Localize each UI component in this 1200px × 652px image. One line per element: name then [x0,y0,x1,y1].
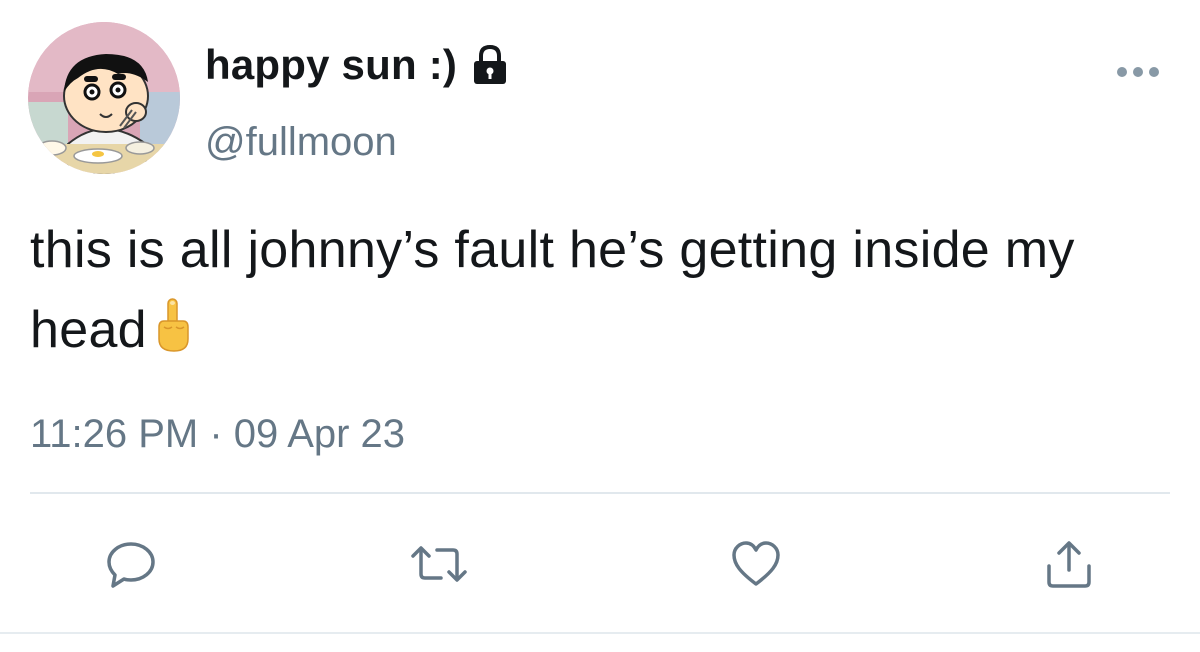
display-name[interactable]: happy sun :) [205,40,509,90]
share-icon [1043,538,1095,590]
heart-icon [730,540,782,588]
display-name-text[interactable]: happy sun :) [205,40,457,90]
retweet-icon [409,540,469,588]
retweet-button[interactable] [410,538,468,590]
share-button[interactable] [1040,538,1098,590]
reply-button[interactable] [102,538,160,590]
avatar[interactable] [28,22,180,174]
more-options-icon[interactable] [1114,62,1162,82]
bottom-divider [0,632,1200,634]
user-handle[interactable]: @fullmoon [205,118,397,166]
lock-icon [471,44,509,86]
tweet-card: happy sun :) @fullmoon this is all johnn… [0,0,1200,652]
divider [30,492,1170,494]
tweet-text: this is all johnny’s fault he’s getting … [30,210,1150,370]
cartoon-boy-avatar-image [28,22,180,174]
like-button[interactable] [727,538,785,590]
middle-finger-emoji-icon [153,296,193,352]
reply-icon [105,540,157,588]
tweet-timestamp[interactable]: 11:26 PM · 09 Apr 23 [30,410,405,458]
